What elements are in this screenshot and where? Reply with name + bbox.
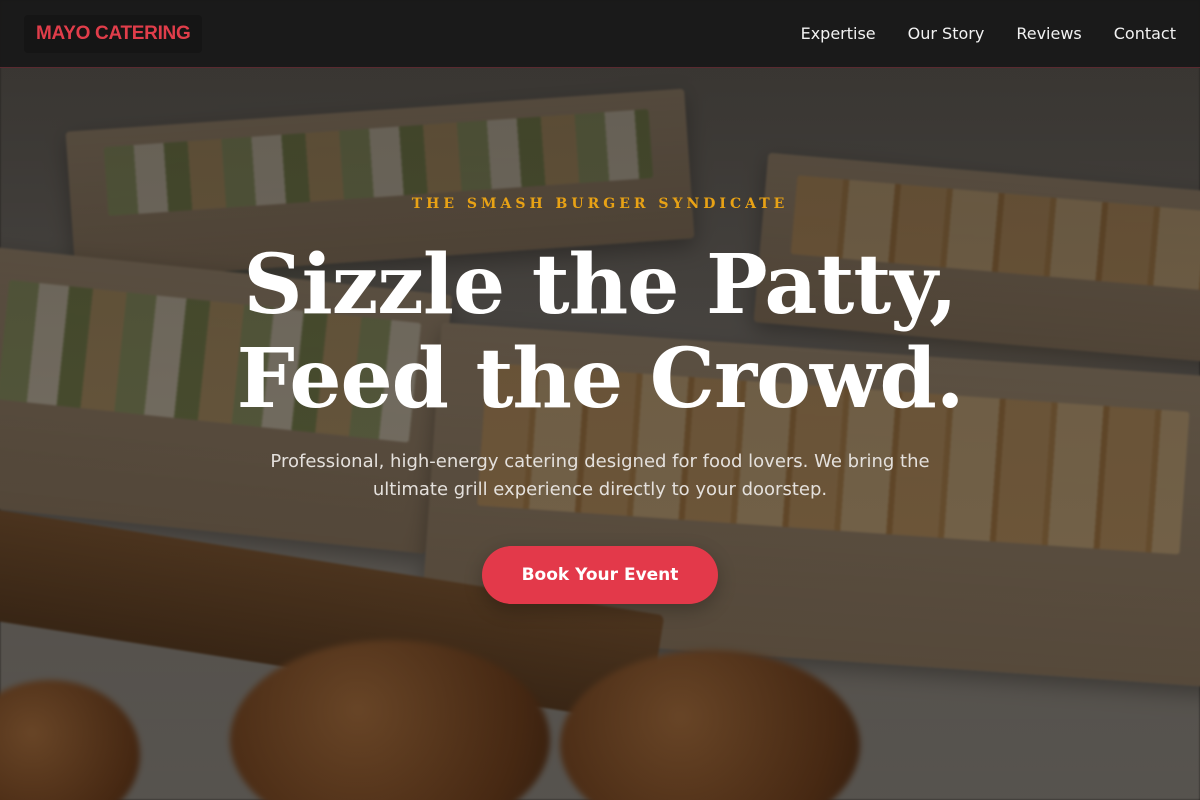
- nav-link-contact[interactable]: Contact: [1114, 24, 1176, 43]
- hero-headline-line-1: Sizzle the Patty,: [243, 237, 957, 333]
- hero-section: THE SMASH BURGER SYNDICATE Sizzle the Pa…: [0, 196, 1200, 604]
- nav-links: Expertise Our Story Reviews Contact: [801, 24, 1176, 43]
- hero-headline-line-2: Feed the Crowd.: [236, 331, 965, 427]
- nav-link-reviews[interactable]: Reviews: [1016, 24, 1081, 43]
- hero-subtext: Professional, high-energy catering desig…: [270, 451, 930, 500]
- hero-eyebrow: THE SMASH BURGER SYNDICATE: [411, 196, 789, 212]
- hero-headline: Sizzle the Patty, Feed the Crowd.: [0, 238, 1200, 426]
- brand-logo[interactable]: MAYO CATERING: [24, 14, 203, 53]
- nav-link-our-story[interactable]: Our Story: [908, 24, 985, 43]
- top-navigation: MAYO CATERING Expertise Our Story Review…: [0, 0, 1200, 68]
- landing-page: MAYO CATERING Expertise Our Story Review…: [0, 0, 1200, 800]
- nav-link-expertise[interactable]: Expertise: [801, 24, 876, 43]
- book-event-button[interactable]: Book Your Event: [481, 546, 719, 604]
